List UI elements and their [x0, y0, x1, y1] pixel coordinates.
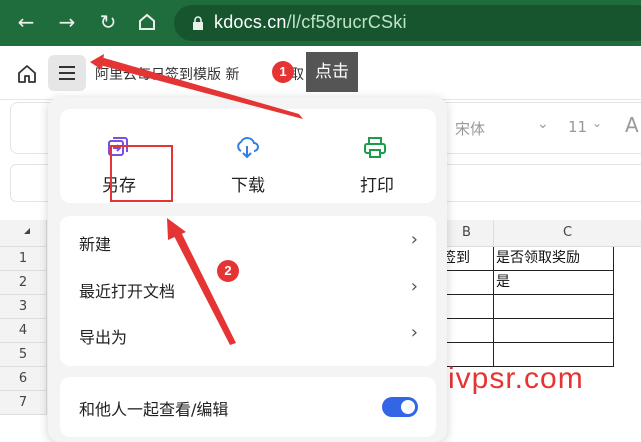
cell-b2[interactable]	[440, 271, 494, 295]
document-title[interactable]: 阿里云每日签到模版 新	[95, 64, 239, 84]
collab-toggle[interactable]	[382, 397, 418, 417]
download-label: 下载	[231, 176, 265, 196]
row-header[interactable]: 7	[0, 391, 47, 415]
chevron-right-icon: ›	[410, 229, 418, 250]
step-badge-2: 2	[217, 260, 239, 282]
print-button[interactable]: 打印	[322, 109, 432, 203]
font-name-select[interactable]: 宋体	[455, 118, 485, 139]
url-text: kdocs.cn/l/cf58rucrCSki	[214, 12, 407, 32]
highlight-box	[110, 145, 173, 202]
menu-item-new[interactable]: 新建 ›	[60, 221, 436, 267]
back-arrow-icon[interactable]: ←	[13, 9, 39, 35]
cell-c3[interactable]	[494, 295, 614, 319]
tooltip: 点击	[306, 52, 358, 92]
collab-label: 和他人一起查看/编辑	[79, 400, 229, 419]
cell-c1[interactable]: 是否领取奖励	[494, 247, 614, 271]
menu-item-label: 最近打开文档	[79, 282, 176, 301]
menu-item-recent[interactable]: 最近打开文档 ›	[60, 268, 436, 314]
step-badge-1: 1	[272, 61, 294, 83]
column-header[interactable]: C	[494, 220, 641, 247]
column-header[interactable]: B	[440, 220, 494, 247]
download-button[interactable]: 下载	[193, 109, 303, 203]
quick-actions-card: 另存 下载 打印	[60, 109, 436, 203]
chevron-down-icon[interactable]: ⌄	[537, 116, 549, 132]
address-bar[interactable]: kdocs.cn/l/cf58rucrCSki	[174, 5, 641, 41]
chevron-right-icon: ›	[410, 322, 418, 343]
lock-icon	[193, 16, 203, 30]
font-color-icon[interactable]: A	[625, 113, 639, 137]
cell-b4[interactable]	[440, 319, 494, 343]
file-menu-panel: 另存 下载 打印 新建 › 最近打开文档 › 导出为 › 和他人一起查看/编辑	[48, 97, 447, 442]
cloud-download-icon	[237, 137, 259, 159]
reload-icon[interactable]: ↻	[95, 9, 121, 35]
printer-icon	[364, 137, 386, 158]
browser-toolbar: ← → ↻ kdocs.cn/l/cf58rucrCSki	[0, 0, 641, 46]
cell-b3[interactable]	[440, 295, 494, 319]
chevron-down-icon[interactable]: ⌄	[592, 116, 602, 130]
cell-c4[interactable]	[494, 319, 614, 343]
row-header[interactable]: 1	[0, 247, 47, 271]
cell-c2[interactable]: 是	[494, 271, 614, 295]
menu-list-card: 新建 › 最近打开文档 › 导出为 ›	[60, 216, 436, 366]
menu-item-export[interactable]: 导出为 ›	[60, 314, 436, 360]
browser-home-icon[interactable]	[134, 9, 160, 35]
row-header[interactable]: 5	[0, 343, 47, 367]
corner-triangle-icon	[18, 228, 30, 234]
row-header[interactable]: 6	[0, 367, 47, 391]
home-icon[interactable]	[14, 61, 40, 87]
menu-item-label: 新建	[79, 235, 112, 254]
collab-card: 和他人一起查看/编辑	[60, 377, 436, 437]
chevron-right-icon: ›	[410, 276, 418, 297]
watermark: ivpsr.com	[448, 362, 584, 395]
cell-b1[interactable]: 签到	[440, 247, 494, 271]
forward-arrow-icon[interactable]: →	[54, 9, 80, 35]
menu-item-label: 导出为	[79, 328, 128, 347]
hamburger-menu-button[interactable]	[48, 55, 86, 91]
row-header[interactable]: 4	[0, 319, 47, 343]
row-header[interactable]: 3	[0, 295, 47, 319]
font-size-select[interactable]: 11	[568, 118, 587, 136]
row-header[interactable]: 2	[0, 271, 47, 295]
print-label: 打印	[360, 176, 394, 196]
